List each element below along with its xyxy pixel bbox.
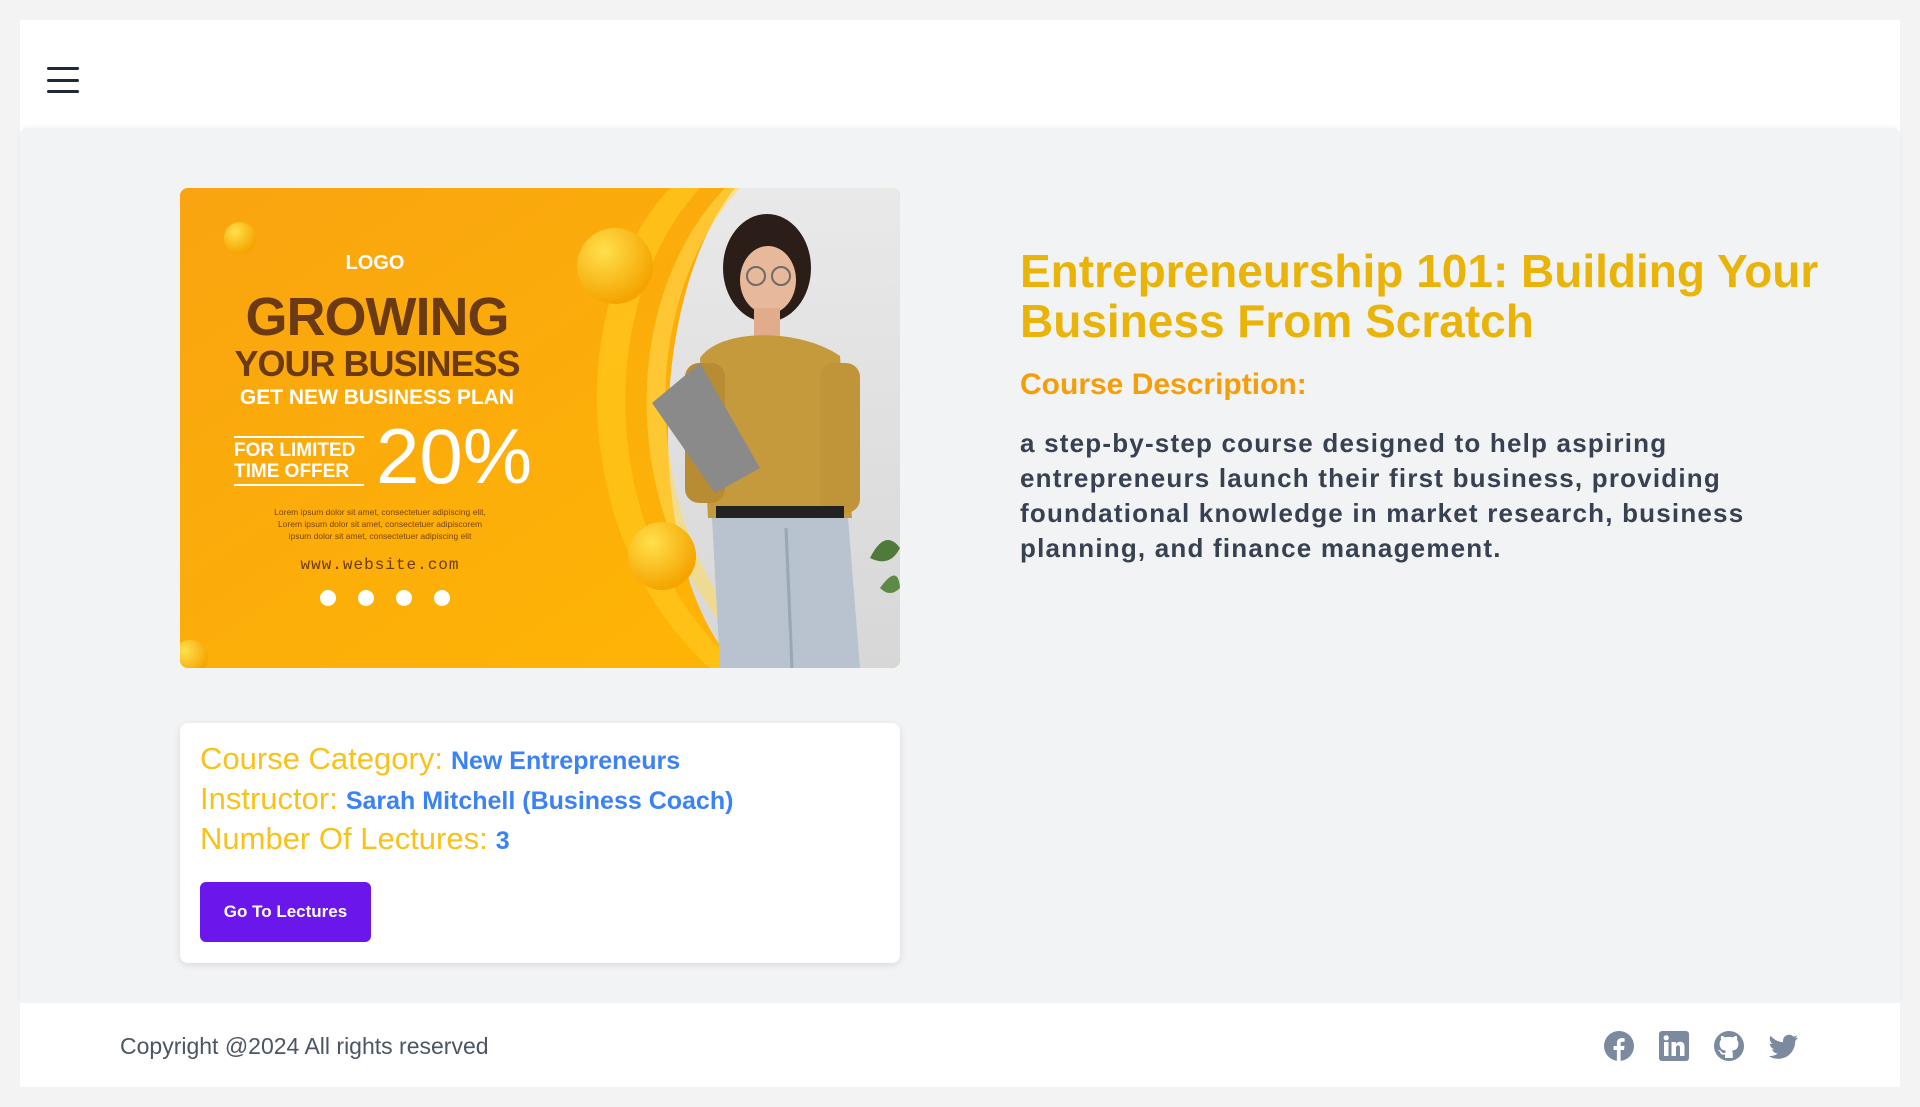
hamburger-menu-icon[interactable]	[46, 65, 80, 95]
course-category-value: New Entrepreneurs	[450, 747, 681, 775]
lectures-count-label: Number Of Lectures:	[200, 821, 488, 856]
linkedin-icon[interactable]	[1659, 1031, 1689, 1061]
banner-body-line: Lorem ipsum dolor sit amet, consectetuer…	[274, 507, 486, 517]
social-links	[1604, 1031, 1799, 1061]
twitter-icon	[434, 590, 450, 606]
copyright-text: Copyright @2024 All rights reserved	[120, 1033, 489, 1059]
twitter-icon[interactable]	[1769, 1031, 1799, 1061]
youtube-icon	[320, 590, 336, 606]
course-category-row: Course Category: New Entrepreneurs	[200, 741, 880, 781]
top-navbar	[20, 20, 1900, 128]
banner-headline-growing: GROWING	[245, 287, 510, 347]
go-to-lectures-button[interactable]: Go To Lectures	[200, 882, 371, 942]
lectures-count-value: 3	[495, 827, 510, 855]
course-info-card: Course Category: New Entrepreneurs Instr…	[180, 723, 900, 963]
instructor-row: Instructor: Sarah Mitchell (Business Coa…	[200, 781, 880, 821]
banner-social-icons	[320, 590, 450, 606]
banner-logo: LOGO	[345, 252, 405, 274]
banner-body-line: ipsum dolor sit amet, consectetuer adipi…	[288, 531, 472, 541]
banner-offer-line-1: FOR LIMITED	[234, 440, 356, 461]
menu-line	[47, 90, 79, 93]
instructor-label: Instructor:	[200, 781, 338, 816]
page-footer: Copyright @2024 All rights reserved	[20, 1003, 1900, 1087]
facebook-icon[interactable]	[1604, 1031, 1634, 1061]
banner-headline-business: YOUR BUSINESS	[234, 343, 520, 384]
menu-line	[47, 67, 79, 70]
banner-subheadline: GET NEW BUSINESS PLAN	[239, 386, 515, 409]
banner-body-line: Lorem ipsum dolor sit amet, consectetuer…	[277, 519, 483, 529]
course-category-label: Course Category:	[200, 741, 443, 776]
banner-offer-line-2: TIME OFFER	[234, 461, 350, 482]
facebook-icon	[358, 590, 374, 606]
lectures-count-row: Number Of Lectures: 3	[200, 821, 880, 861]
banner-discount: 20%	[376, 412, 533, 500]
banner-body-text: Lorem ipsum dolor sit amet, consectetuer…	[230, 506, 530, 542]
course-banner-image: LOGO GROWING YOUR BUSINESS GET NEW BUSIN…	[180, 188, 900, 668]
app-frame: LOGO GROWING YOUR BUSINESS GET NEW BUSIN…	[20, 20, 1900, 1087]
instagram-icon	[396, 590, 412, 606]
banner-offer: FOR LIMITED TIME OFFER	[234, 436, 364, 486]
course-description-text: a step-by-step course designed to help a…	[1020, 428, 1745, 563]
banner-website: www.website.com	[300, 556, 460, 574]
menu-line	[47, 78, 79, 82]
course-title: Entrepreneurship 101: Building Your Busi…	[1020, 245, 1819, 347]
course-description-heading: Course Description:	[1020, 368, 1307, 401]
github-icon[interactable]	[1714, 1031, 1744, 1061]
instructor-value: Sarah Mitchell (Business Coach)	[345, 787, 734, 815]
course-details: LOGO GROWING YOUR BUSINESS GET NEW BUSIN…	[20, 128, 1900, 1003]
